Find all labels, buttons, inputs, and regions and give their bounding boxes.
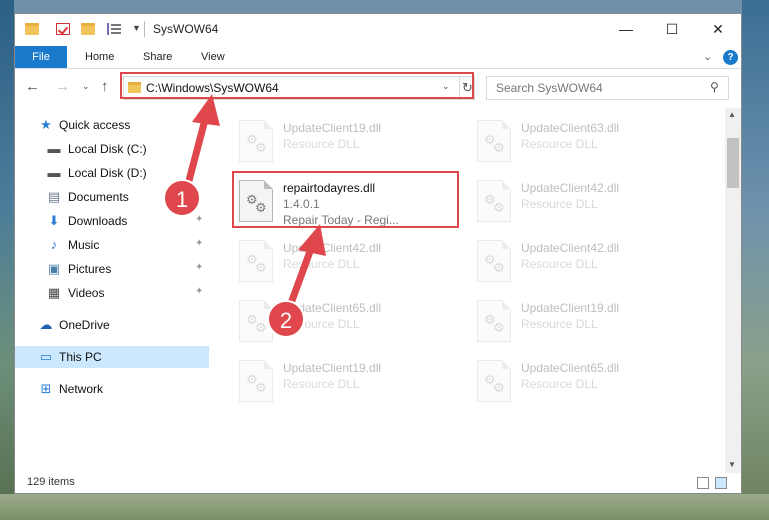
minimize-button[interactable]: — (603, 14, 649, 44)
tab-view[interactable]: View (201, 46, 225, 68)
dll-file-icon: ⚙ ⚙ (239, 240, 273, 282)
drive-icon: ▬ (47, 165, 61, 180)
file-item[interactable]: ⚙ ⚙ UpdateClient42.dll Resource DLL (471, 232, 701, 290)
cloud-icon: ☁ (39, 317, 53, 332)
file-item[interactable]: ⚙ ⚙ UpdateClient42.dll Resource DLL (471, 172, 701, 230)
tiles-view-icon[interactable] (715, 477, 727, 489)
desktop-background-right (742, 0, 769, 520)
properties-check-icon[interactable] (56, 23, 70, 35)
dll-file-icon: ⚙ ⚙ (477, 300, 511, 342)
pin-icon[interactable]: ✦ (195, 214, 203, 225)
status-bar: 129 items (15, 473, 741, 493)
drive-icon: ▬ (47, 141, 61, 156)
expand-ribbon-chevron-icon[interactable]: ⌄ (703, 50, 712, 63)
forward-arrow-icon[interactable]: → (55, 78, 70, 95)
pictures-icon: ▣ (47, 261, 61, 276)
close-button[interactable]: ✕ (695, 14, 741, 44)
tab-share[interactable]: Share (143, 46, 172, 68)
address-bar-highlight (120, 72, 474, 99)
tab-home[interactable]: Home (85, 46, 114, 68)
search-box[interactable]: Search SysWOW64 ⚲ (486, 76, 729, 100)
dll-file-icon: ⚙ ⚙ (477, 240, 511, 282)
dll-file-icon: ⚙ ⚙ (239, 120, 273, 162)
quick-access-toolbar-dropdown-icon[interactable]: ▼ (132, 23, 141, 33)
file-list: ⚙ ⚙ UpdateClient19.dll Resource DLL ⚙ ⚙ re… (223, 108, 725, 473)
music-note-icon: ♪ (50, 237, 58, 252)
file-item[interactable]: ⚙ ⚙ UpdateClient42.dll Resource DLL (233, 232, 463, 290)
star-icon: ★ (40, 117, 52, 132)
file-item[interactable]: ⚙ ⚙ UpdateClient63.dll Resource DLL (471, 112, 701, 170)
documents-icon: ▤ (47, 189, 61, 204)
search-input[interactable]: Search SysWOW64 (496, 81, 603, 95)
ribbon-tabs: File Home Share View ⌄ ? (15, 46, 741, 69)
back-arrow-icon[interactable]: ← (25, 78, 40, 95)
desktop-background-left (0, 0, 14, 520)
pin-icon[interactable]: ✦ (195, 262, 203, 273)
file-item[interactable]: ⚙ ⚙ UpdateClient19.dll Resource DLL (233, 352, 463, 410)
new-folder-icon[interactable] (81, 23, 95, 35)
sidebar-item-pictures[interactable]: ▣ Pictures ✦ (15, 258, 209, 280)
network-icon: ⊞ (40, 381, 52, 396)
pin-icon[interactable]: ✦ (195, 286, 203, 297)
up-arrow-icon[interactable]: ↑ (101, 78, 109, 95)
search-icon[interactable]: ⚲ (710, 80, 719, 94)
dll-file-icon: ⚙ ⚙ (477, 180, 511, 222)
desktop-background-bottom (0, 494, 769, 520)
recent-locations-dropdown-icon[interactable]: ⌄ (82, 81, 90, 92)
sidebar-item-this-pc[interactable]: ▭ This PC (15, 346, 209, 368)
sidebar-item-quick-access[interactable]: ★ Quick access (15, 114, 209, 136)
dll-file-icon: ⚙ ⚙ (477, 360, 511, 402)
sidebar-item-music[interactable]: ♪ Music ✦ (15, 234, 209, 256)
dll-file-icon: ⚙ ⚙ (477, 120, 511, 162)
file-item[interactable]: ⚙ ⚙ UpdateClient65.dll Resource DLL (471, 352, 701, 410)
maximize-button[interactable]: ☐ (649, 14, 695, 44)
file-item[interactable]: ⚙ ⚙ UpdateClient19.dll Resource DLL (233, 112, 463, 170)
dll-file-icon: ⚙ ⚙ (239, 360, 273, 402)
videos-icon: ▦ (47, 285, 61, 300)
computer-icon: ▭ (39, 349, 53, 364)
pin-icon[interactable]: ✦ (195, 238, 203, 249)
sidebar-item-onedrive[interactable]: ☁ OneDrive (15, 314, 209, 336)
details-view-icon[interactable] (697, 477, 709, 489)
file-item[interactable]: ⚙ ⚙ UpdateClient19.dll Resource DLL (471, 292, 701, 350)
tab-file[interactable]: File (15, 46, 67, 68)
download-arrow-icon: ⬇ (48, 213, 60, 228)
vertical-scrollbar[interactable]: ▲ ▼ (725, 108, 741, 473)
window-title: SysWOW64 (153, 22, 219, 36)
scrollbar-thumb[interactable] (727, 138, 739, 188)
file-highlight (232, 171, 459, 228)
navigation-pane: ★ Quick access ▬ Local Disk (C:) ▬ Local… (15, 108, 209, 473)
scroll-down-arrow-icon[interactable]: ▼ (728, 460, 736, 469)
help-icon[interactable]: ? (723, 50, 738, 65)
scroll-up-arrow-icon[interactable]: ▲ (728, 110, 736, 119)
customize-list-icon[interactable] (107, 23, 121, 35)
sidebar-item-network[interactable]: ⊞ Network (15, 378, 209, 400)
sidebar-item-videos[interactable]: ▦ Videos ✦ (15, 282, 209, 304)
sidebar-item-local-disk-c[interactable]: ▬ Local Disk (C:) (15, 138, 209, 160)
step-2-badge: 2 (267, 300, 305, 338)
title-bar: ▼ SysWOW64 — ☐ ✕ (15, 14, 741, 46)
folder-icon (25, 23, 39, 35)
title-separator (144, 21, 145, 37)
step-1-badge: 1 (163, 179, 201, 217)
item-count: 129 items (27, 476, 75, 488)
